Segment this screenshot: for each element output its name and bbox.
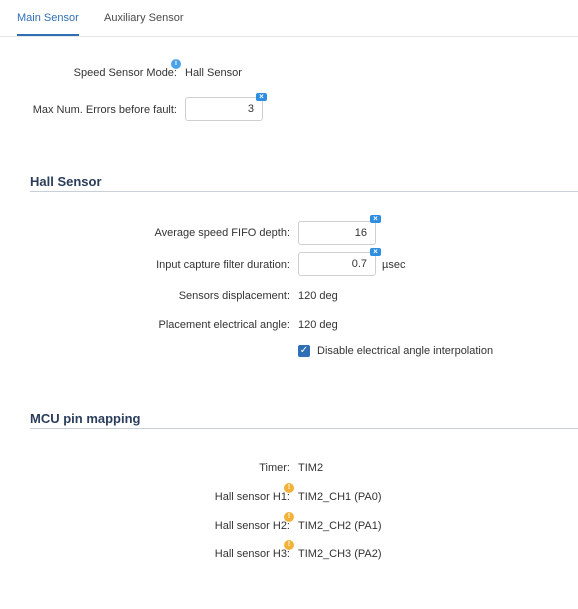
tab-main-sensor[interactable]: Main Sensor	[17, 12, 79, 24]
max-errors-label: Max Num. Errors before fault:	[32, 104, 177, 116]
warning-icon[interactable]: !	[284, 512, 294, 522]
interpolation-label: Disable electrical angle interpolation	[317, 345, 494, 357]
active-tab-indicator	[17, 34, 79, 36]
clear-icon[interactable]: ×	[370, 215, 381, 223]
sensors-displacement-value: 120 deg	[298, 290, 338, 302]
tab-bar: Main Sensor Auxiliary Sensor	[0, 0, 578, 37]
mcu-pin-mapping-section-title: MCU pin mapping	[30, 411, 141, 426]
speed-sensor-mode-label: Speed Sensor Mode:	[73, 67, 177, 79]
hall-sensor-h2-label: Hall sensor H2:	[214, 520, 290, 532]
filter-duration-label: Input capture filter duration:	[156, 259, 290, 271]
sensors-displacement-label: Sensors displacement:	[178, 290, 290, 302]
hall-sensor-h1-value: TIM2_CH1 (PA0)	[298, 491, 382, 503]
fifo-depth-input[interactable]: 16	[298, 221, 376, 245]
timer-value: TIM2	[298, 462, 324, 474]
hall-sensor-h3-label: Hall sensor H3:	[214, 548, 290, 560]
check-icon: ✓	[299, 345, 309, 356]
placement-angle-label: Placement electrical angle:	[158, 319, 290, 331]
max-errors-input[interactable]: 3	[185, 97, 263, 121]
placement-angle-value: 120 deg	[298, 319, 338, 331]
filter-duration-unit: µsec	[382, 259, 406, 271]
warning-icon[interactable]: !	[284, 540, 294, 550]
tab-auxiliary-sensor[interactable]: Auxiliary Sensor	[104, 12, 183, 24]
timer-label: Timer:	[259, 462, 290, 474]
hall-sensor-h3-value: TIM2_CH3 (PA2)	[298, 548, 382, 560]
info-icon[interactable]: i	[171, 59, 181, 69]
section-divider	[30, 191, 578, 192]
clear-icon[interactable]: ×	[370, 248, 381, 256]
hall-sensor-h1-label: Hall sensor H1:	[214, 491, 290, 503]
filter-duration-input[interactable]: 0.7	[298, 252, 376, 276]
fifo-depth-label: Average speed FIFO depth:	[154, 227, 290, 239]
section-divider	[30, 428, 578, 429]
hall-sensor-section-title: Hall Sensor	[30, 174, 102, 189]
hall-sensor-h2-value: TIM2_CH2 (PA1)	[298, 520, 382, 532]
warning-icon[interactable]: !	[284, 483, 294, 493]
interpolation-checkbox[interactable]: ✓	[298, 345, 310, 357]
speed-sensor-mode-value: Hall Sensor	[185, 67, 242, 79]
clear-icon[interactable]: ×	[256, 93, 267, 101]
